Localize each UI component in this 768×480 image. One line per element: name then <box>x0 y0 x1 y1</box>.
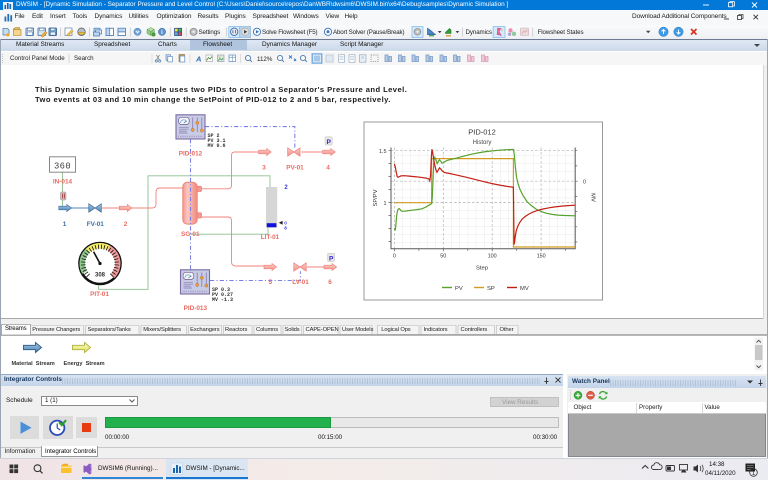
svg-text:112%: 112% <box>257 56 273 63</box>
svg-text:A: A <box>195 55 201 64</box>
svg-text:Flowsheet States: Flowsheet States <box>538 29 584 36</box>
svg-text:4: 4 <box>326 165 330 172</box>
svg-text:1: 1 <box>63 221 67 228</box>
svg-text:MV: MV <box>520 286 529 292</box>
svg-text:50: 50 <box>440 254 446 260</box>
svg-text:MV 0.6: MV 0.6 <box>208 143 226 149</box>
svg-text:Step: Step <box>476 266 488 272</box>
svg-text:P: P <box>329 255 334 262</box>
svg-text:P: P <box>326 139 331 146</box>
svg-text:PID-013: PID-013 <box>184 305 208 312</box>
svg-text:SP/PV: SP/PV <box>373 189 379 206</box>
svg-text:PV: PV <box>455 286 463 292</box>
svg-text:100: 100 <box>488 254 497 260</box>
svg-text:LIT-01: LIT-01 <box>261 234 280 241</box>
svg-text:Abort Solver (Pause/Break): Abort Solver (Pause/Break) <box>333 29 405 36</box>
svg-text:Settings: Settings <box>199 29 221 36</box>
svg-text:PIT-01: PIT-01 <box>90 291 109 298</box>
svg-text:PID-012: PID-012 <box>179 151 203 158</box>
svg-text:PID-012: PID-012 <box>468 128 496 137</box>
svg-text:3: 3 <box>262 165 266 172</box>
svg-text:SP: SP <box>487 286 495 292</box>
svg-text:FV-01: FV-01 <box>87 221 104 228</box>
svg-text:LV-01: LV-01 <box>292 279 309 286</box>
svg-text:1.5: 1.5 <box>379 149 387 155</box>
svg-text:Dynamics: Dynamics <box>466 29 492 36</box>
svg-text:IN-014: IN-014 <box>53 179 73 186</box>
svg-text:308: 308 <box>95 273 106 279</box>
svg-text:2: 2 <box>284 185 288 191</box>
svg-text:1: 1 <box>384 201 387 207</box>
svg-text:0: 0 <box>393 254 396 260</box>
svg-text:0: 0 <box>583 179 586 185</box>
svg-text:2: 2 <box>124 221 128 228</box>
svg-text:MV -1.3: MV -1.3 <box>212 297 233 303</box>
svg-text:Solve Flowsheet (F5): Solve Flowsheet (F5) <box>262 29 318 36</box>
svg-text:360: 360 <box>54 162 71 172</box>
svg-text:8: 8 <box>284 225 287 230</box>
svg-text:150: 150 <box>537 254 546 260</box>
svg-text:6: 6 <box>328 279 332 286</box>
svg-text:PV-01: PV-01 <box>286 165 304 172</box>
svg-text:MV: MV <box>590 193 596 202</box>
svg-text:5: 5 <box>269 279 273 286</box>
svg-text:History: History <box>473 140 492 146</box>
